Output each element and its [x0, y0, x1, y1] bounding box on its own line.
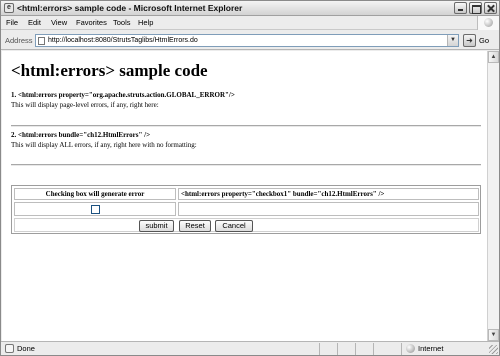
divider [11, 125, 481, 127]
address-label: Address [5, 36, 33, 45]
close-button[interactable] [484, 2, 497, 14]
status-divider [319, 343, 320, 355]
col1-header: Checking box will generate error [14, 188, 176, 200]
checkbox-cell [14, 202, 176, 216]
menu-help[interactable]: Help [138, 18, 153, 27]
button-row: submit Reset Cancel [14, 218, 479, 232]
menu-view[interactable]: View [51, 18, 67, 27]
status-bar: Done Internet [1, 341, 499, 355]
status-divider [373, 343, 374, 355]
menu-bar: File Edit View Favorites Tools Help [1, 16, 499, 30]
maximize-button[interactable] [469, 2, 482, 14]
title-bar[interactable]: e <html:errors> sample code - Microsoft … [1, 1, 499, 16]
page-title: <html:errors> sample code [11, 61, 208, 80]
page-icon [38, 37, 45, 45]
window-title: <html:errors> sample code - Microsoft In… [17, 3, 243, 13]
security-zone-label: Internet [418, 344, 444, 353]
address-input[interactable]: http://localhost:8080/StrutsTaglibs/Html… [35, 34, 459, 47]
divider [11, 164, 481, 166]
col2-header: <html:errors property="checkbox1" bundle… [178, 188, 479, 200]
status-divider [401, 343, 402, 355]
reset-button[interactable]: Reset [179, 220, 211, 232]
scroll-up-icon[interactable]: ▲ [488, 51, 499, 63]
section1-heading: 1. <html:errors property="org.apache.str… [11, 91, 235, 99]
go-button[interactable]: Go [479, 36, 489, 45]
checkbox1[interactable] [91, 205, 100, 214]
scroll-down-icon[interactable]: ▼ [488, 329, 499, 341]
error-form-table: Checking box will generate error <html:e… [11, 185, 481, 234]
menu-favorites[interactable]: Favorites [76, 18, 107, 27]
submit-button[interactable]: submit [139, 220, 174, 232]
resize-grip-icon[interactable] [489, 345, 498, 354]
internet-zone-icon [406, 344, 415, 353]
browser-window: e <html:errors> sample code - Microsoft … [0, 0, 500, 356]
menu-edit[interactable]: Edit [28, 18, 41, 27]
page-content: <html:errors> sample code 1. <html:error… [2, 51, 487, 341]
address-url: http://localhost:8080/StrutsTaglibs/Html… [48, 37, 198, 44]
checkbox-error-cell [178, 202, 479, 216]
menu-tools[interactable]: Tools [113, 18, 131, 27]
status-divider [355, 343, 356, 355]
minimize-button[interactable] [454, 2, 467, 14]
status-divider [337, 343, 338, 355]
section2-heading: 2. <html:errors bundle="ch12.HtmlErrors"… [11, 131, 151, 139]
menu-file[interactable]: File [6, 18, 18, 27]
vertical-scrollbar[interactable]: ▲ ▼ [487, 51, 499, 341]
address-dropdown-icon[interactable]: ▼ [447, 35, 458, 46]
section1-description: This will display page-level errors, if … [11, 101, 159, 109]
section2-description: This will display ALL errors, if any, ri… [11, 141, 197, 149]
ie-page-icon: e [4, 3, 14, 13]
window-controls [454, 2, 497, 14]
go-arrow-icon[interactable]: ➜ [463, 34, 476, 47]
windows-logo-icon [477, 16, 499, 30]
cancel-button[interactable]: Cancel [215, 220, 253, 232]
status-text: Done [17, 344, 35, 353]
address-bar: Address http://localhost:8080/StrutsTagl… [1, 31, 499, 50]
page-done-icon [5, 344, 14, 353]
